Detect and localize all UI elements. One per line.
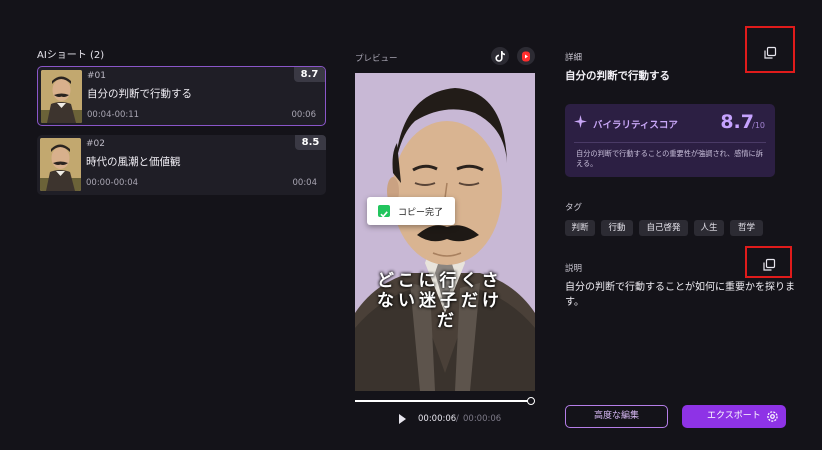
export-label: エクスポート xyxy=(707,411,761,421)
tag-chip[interactable]: 判断 xyxy=(565,220,595,236)
copy-title-icon[interactable] xyxy=(763,45,777,59)
caption-line: ない迷子だけ xyxy=(377,291,503,311)
short-title: 自分の判断で行動する xyxy=(87,88,192,100)
preview-label: プレビュー xyxy=(355,54,398,64)
short-item-01[interactable]: #01 自分の判断で行動する 00:04-00:11 00:06 8.7 xyxy=(37,66,326,126)
short-number: #02 xyxy=(86,139,105,149)
video-caption: どこに行くさ ない迷子だけ だ xyxy=(377,271,527,331)
tag-chip[interactable]: 人生 xyxy=(694,220,724,236)
total-time: 00:00:06 xyxy=(463,414,502,424)
advanced-edit-button[interactable]: 高度な編集 xyxy=(565,405,668,428)
portrait-illustration xyxy=(355,73,535,391)
tag-chip[interactable]: 哲学 xyxy=(730,220,763,236)
virality-score-panel: バイラリティスコア 8.7 /10 自分の判断で行動することの重要性が強調され、… xyxy=(565,104,775,177)
current-time: 00:00:06 xyxy=(418,414,457,424)
virality-score-value: 8.7 xyxy=(720,111,754,133)
export-button[interactable]: エクスポート xyxy=(682,405,786,428)
virality-score-max: /10 xyxy=(752,121,765,130)
virality-description: 自分の判断で行動することの重要性が強調され、感情に訴える。 xyxy=(576,149,763,168)
virality-score-label: バイラリティスコア xyxy=(593,120,678,131)
caption-line: どこに行くさ xyxy=(377,271,503,291)
toast-message: コピー完了 xyxy=(398,208,444,218)
video-preview[interactable] xyxy=(355,73,535,391)
detail-title: 自分の判断で行動する xyxy=(565,70,670,82)
description-label: 説明 xyxy=(565,264,583,274)
short-score-badge: 8.7 xyxy=(294,67,325,82)
short-item-02[interactable]: #02 時代の風潮と価値観 00:00-00:04 00:04 8.5 xyxy=(37,135,326,195)
play-icon[interactable] xyxy=(399,414,406,424)
tags-label: タグ xyxy=(565,203,583,213)
short-thumbnail xyxy=(41,70,82,123)
description-text: 自分の判断で行動することが如何に重要かを探ります。 xyxy=(565,282,795,308)
divider xyxy=(574,142,766,143)
tiktok-icon[interactable] xyxy=(491,47,509,65)
details-label: 詳細 xyxy=(565,53,583,63)
short-title: 時代の風潮と価値観 xyxy=(86,156,181,168)
shorts-list-title: AIショート (2) xyxy=(37,50,105,61)
short-duration: 00:04 xyxy=(292,178,318,188)
copy-toast: コピー完了 xyxy=(367,197,455,225)
copy-description-icon[interactable] xyxy=(762,257,776,271)
caption-line: だ xyxy=(437,311,458,331)
progress-handle[interactable] xyxy=(527,397,535,405)
short-duration: 00:06 xyxy=(291,110,317,120)
short-time-range: 00:04-00:11 xyxy=(87,110,140,120)
tag-chip[interactable]: 自己啓発 xyxy=(639,220,688,236)
short-time-range: 00:00-00:04 xyxy=(86,178,139,188)
youtube-shorts-icon[interactable] xyxy=(517,47,535,65)
gear-icon[interactable] xyxy=(766,410,779,423)
progress-bar[interactable] xyxy=(355,400,531,402)
short-thumbnail xyxy=(40,138,81,191)
short-number: #01 xyxy=(87,71,106,81)
check-icon xyxy=(378,205,390,218)
sparkle-icon xyxy=(574,115,587,128)
tag-chip[interactable]: 行動 xyxy=(601,220,633,236)
short-score-badge: 8.5 xyxy=(295,135,326,150)
time-separator: / xyxy=(456,414,459,424)
